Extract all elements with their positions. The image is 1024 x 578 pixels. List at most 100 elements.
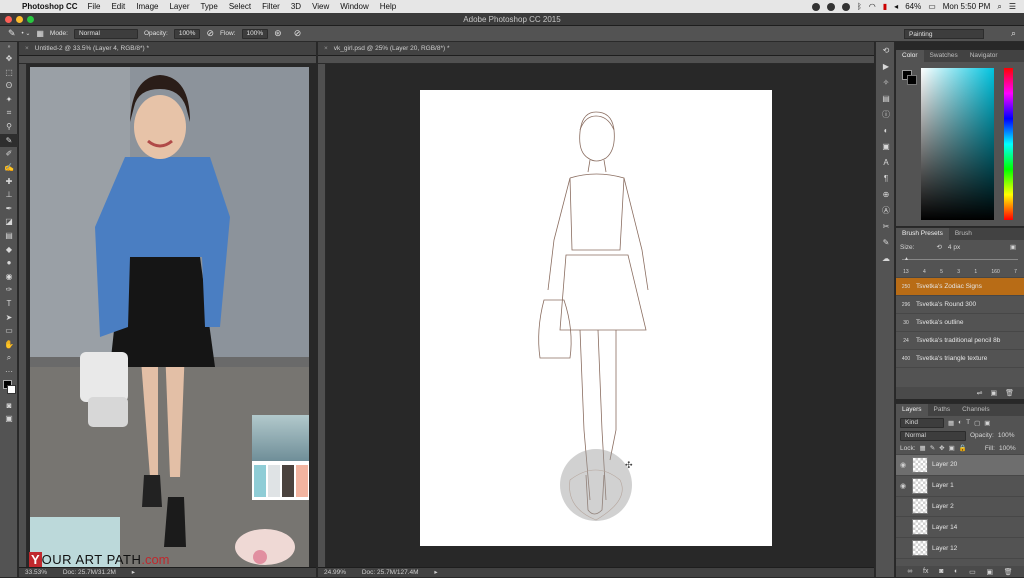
crop-tool-icon[interactable]: ⌗ (0, 106, 18, 120)
eye-icon[interactable]: ◉ (896, 461, 910, 469)
brush-preset-row[interactable]: 30 Tsvetka's outline (896, 314, 1024, 332)
eyedropper-tool-icon[interactable]: ⚲ (0, 120, 18, 134)
canvas[interactable]: ✣ (420, 90, 772, 546)
timeline-icon[interactable]: ☁ (876, 250, 896, 266)
brush-thumb[interactable]: 3 (957, 269, 960, 275)
lock-transparent-icon[interactable]: ▦ (920, 444, 926, 452)
vertical-ruler[interactable] (318, 64, 326, 567)
brush-preset-row[interactable]: 24 Tsvetka's traditional pencil 8b (896, 332, 1024, 350)
bluetooth-icon[interactable]: ᛒ (857, 2, 862, 11)
type-tool-icon[interactable]: T (0, 297, 18, 311)
reference-photo[interactable] (30, 67, 309, 567)
menu-type[interactable]: Type (200, 2, 217, 11)
move-tool-icon[interactable]: ✥ (0, 52, 18, 66)
new-brush-icon[interactable]: ▣ (1010, 243, 1016, 251)
tab-swatches[interactable]: Swatches (924, 50, 964, 62)
layer-row[interactable]: ◉ Layer 1 (896, 476, 1024, 497)
lock-position-icon[interactable]: ✥ (939, 444, 944, 452)
vertical-ruler[interactable] (19, 64, 27, 567)
new-group-icon[interactable]: ▭ (969, 568, 976, 576)
tab-brush[interactable]: Brush (949, 228, 978, 240)
adjustment-layer-icon[interactable]: ◐ (954, 568, 958, 575)
volume-icon[interactable]: ◂ (894, 2, 898, 11)
layer-row[interactable]: Layer 14 (896, 517, 1024, 539)
gradient-tool-icon[interactable]: ▤ (0, 229, 18, 243)
status-app-icon[interactable] (826, 2, 835, 11)
brush-thumb[interactable]: 1 (974, 269, 977, 275)
healing-tool-icon[interactable]: ✚ (0, 174, 18, 188)
brush-thumb[interactable]: 13 (903, 269, 909, 275)
layer-style-icon[interactable]: fx (923, 568, 928, 575)
hand-tool-icon[interactable]: ✋ (0, 337, 18, 351)
brush-panel-toggle-icon[interactable]: ▦ (36, 29, 44, 38)
menu-filter[interactable]: Filter (262, 2, 280, 11)
brush-preset-row[interactable]: 296 Tsvetka's Round 300 (896, 296, 1024, 314)
eraser-tool-icon[interactable]: ◪ (0, 215, 18, 229)
menu-file[interactable]: File (88, 2, 101, 11)
pressure-size-icon[interactable]: ⊘ (294, 28, 302, 39)
clock[interactable]: Mon 5:50 PM (943, 2, 991, 11)
layer-kind-filter[interactable]: Kind (900, 417, 944, 428)
fill-value[interactable]: 100% (999, 445, 1016, 452)
status-record-icon[interactable] (811, 2, 820, 11)
spotlight-icon[interactable]: ⌕ (997, 2, 1001, 12)
lock-artboard-icon[interactable]: ▣ (949, 444, 955, 452)
dodge-tool-icon[interactable]: ● (0, 256, 18, 270)
lock-pixels-icon[interactable]: ✎ (930, 444, 935, 452)
filter-pixel-icon[interactable]: ▦ (948, 419, 954, 427)
create-preset-icon[interactable]: ▣ (990, 389, 997, 397)
palette-card[interactable] (252, 415, 309, 500)
notes-icon[interactable]: ✎ (876, 234, 896, 250)
more-tools-icon[interactable]: ··· (0, 365, 18, 379)
horizontal-ruler[interactable] (318, 56, 874, 64)
flag-icon[interactable]: ▮ (883, 2, 887, 11)
swatch-1[interactable] (254, 465, 266, 497)
left-zoom[interactable]: 33.53% (25, 569, 47, 576)
marquee-tool-icon[interactable]: ⬚ (0, 66, 18, 80)
brush-tool-icon[interactable]: ✎ (0, 133, 18, 148)
layer-row[interactable]: Layer 2 (896, 497, 1024, 518)
tool-presets-icon[interactable]: ✂ (876, 218, 896, 234)
libraries-icon[interactable]: ▣ (876, 138, 896, 154)
pen-tool-icon[interactable]: ✑ (0, 283, 18, 297)
close-tab-icon[interactable]: × (25, 45, 29, 52)
hue-slider[interactable] (1004, 68, 1013, 220)
layer-opacity-value[interactable]: 100% (998, 432, 1015, 439)
brush-tool-icon[interactable]: ✎ (8, 28, 16, 39)
pencil-tool-icon[interactable]: ✐ (0, 147, 18, 161)
menu-image[interactable]: Image (136, 2, 158, 11)
notifications-icon[interactable]: ☰ (1009, 2, 1016, 11)
filter-smart-icon[interactable]: ▣ (984, 419, 990, 427)
brush-settings-icon[interactable]: ✧ (876, 74, 896, 90)
main-document-tab[interactable]: × vk_girl.psd @ 25% (Layer 20, RGB/8*) * (318, 42, 874, 56)
swatch-2[interactable] (268, 465, 280, 497)
brush-preset-row[interactable]: 400 Tsvetka's triangle texture (896, 350, 1024, 368)
collapse-toolbar-icon[interactable]: » (0, 42, 18, 52)
zoom-tool-icon[interactable]: ⌕ (0, 351, 18, 365)
swatch-4[interactable] (296, 465, 308, 497)
clone-stamp-tool-icon[interactable]: ⊥ (0, 188, 18, 202)
quick-select-tool-icon[interactable]: ✦ (0, 93, 18, 107)
filter-adjust-icon[interactable]: ◐ (958, 419, 962, 426)
main-zoom[interactable]: 24.99% (324, 569, 346, 576)
menu-layer[interactable]: Layer (169, 2, 189, 11)
actions-icon[interactable]: ▶ (876, 58, 896, 74)
flow-field[interactable]: 100% (241, 28, 269, 39)
blend-mode-select[interactable]: Normal (900, 430, 966, 441)
background-color-swatch[interactable] (907, 75, 917, 85)
screen-mode-icon[interactable]: ▣ (0, 412, 18, 426)
opacity-field[interactable]: 100% (173, 28, 201, 39)
info-icon[interactable]: ⓘ (876, 106, 896, 122)
styles-icon[interactable]: ◐ (876, 122, 896, 138)
mixer-brush-tool-icon[interactable]: ✒ (0, 202, 18, 216)
menu-view[interactable]: View (312, 2, 329, 11)
brush-thumb[interactable]: 5 (940, 269, 943, 275)
eye-icon[interactable]: ◉ (896, 482, 910, 490)
pressure-opacity-icon[interactable]: ⊘ (206, 28, 214, 39)
clone-source-icon[interactable]: ⊕ (876, 186, 896, 202)
paragraph-icon[interactable]: ¶ (876, 170, 896, 186)
add-mask-icon[interactable]: ◙ (939, 568, 943, 575)
tab-color[interactable]: Color (896, 50, 924, 62)
menu-help[interactable]: Help (380, 2, 396, 11)
delete-preset-icon[interactable]: 🗑 (1005, 389, 1014, 397)
